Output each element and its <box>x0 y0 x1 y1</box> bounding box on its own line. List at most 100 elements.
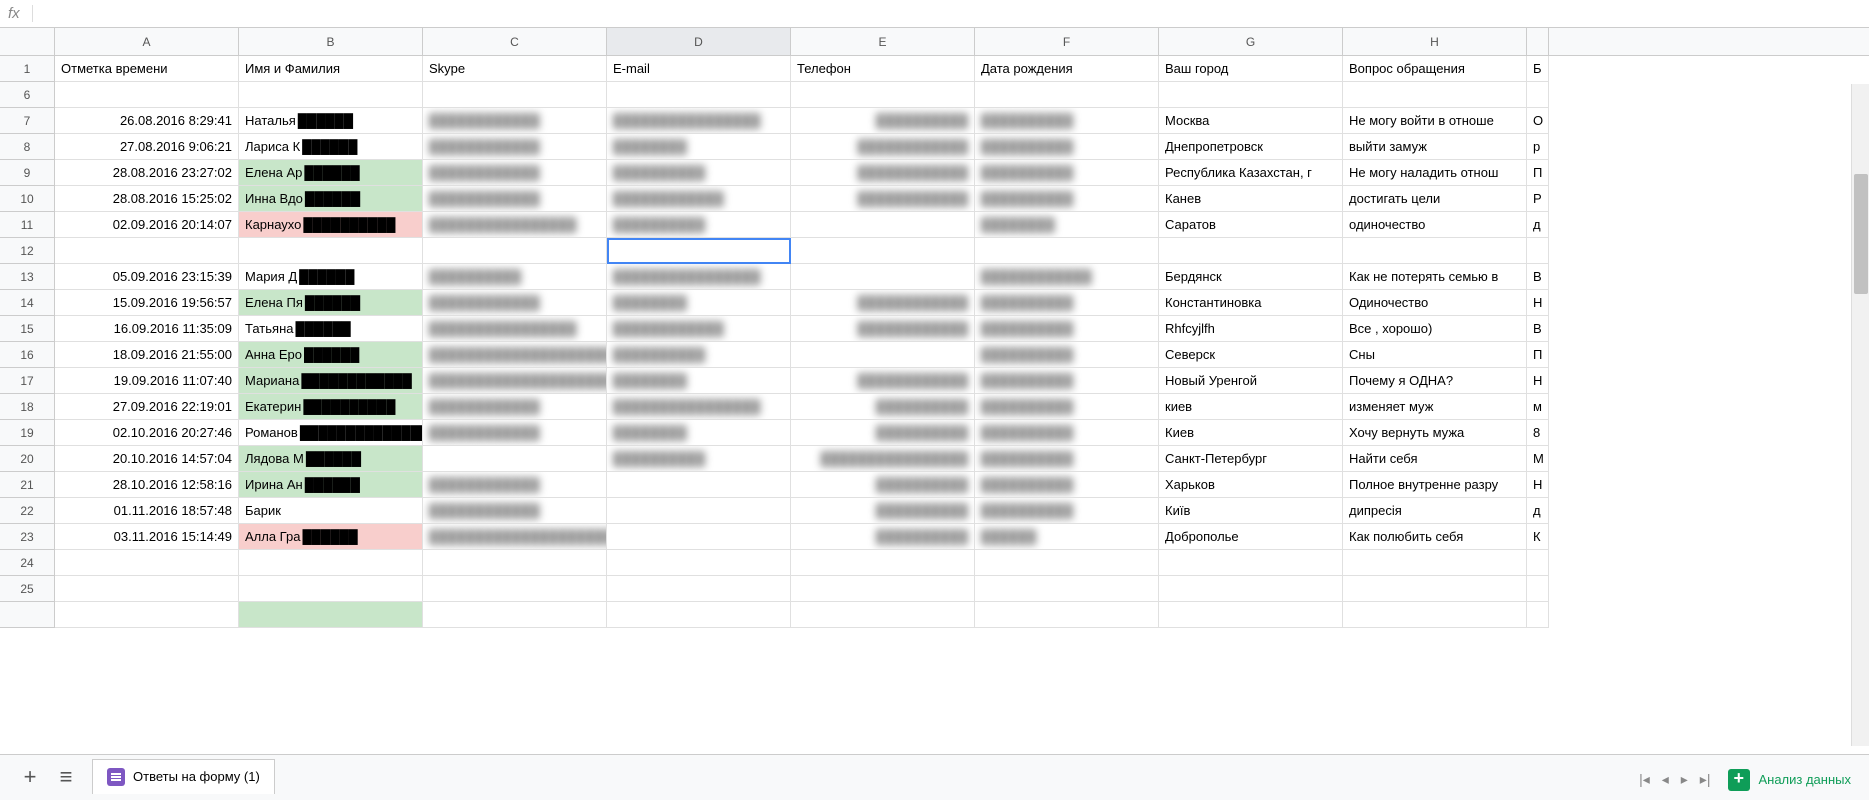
cell[interactable]: Не могу войти в отноше <box>1343 108 1527 134</box>
cell[interactable]: ████████ <box>975 212 1159 238</box>
cell[interactable] <box>607 82 791 108</box>
cell[interactable] <box>239 82 423 108</box>
cell[interactable] <box>55 550 239 576</box>
cell[interactable]: Бердянск <box>1159 264 1343 290</box>
cell[interactable]: одиночество <box>1343 212 1527 238</box>
cell[interactable] <box>1343 82 1527 108</box>
cell[interactable]: Телефон <box>791 56 975 82</box>
cell[interactable]: Почему я ОДНА? <box>1343 368 1527 394</box>
cell[interactable]: 28.08.2016 23:27:02 <box>55 160 239 186</box>
cell[interactable]: изменяет муж <box>1343 394 1527 420</box>
cell[interactable]: ██████████ <box>975 420 1159 446</box>
cell[interactable]: ██████████ <box>975 342 1159 368</box>
cell[interactable]: Лариса К██████ <box>239 134 423 160</box>
cell[interactable]: ████████████████ <box>607 108 791 134</box>
cell[interactable] <box>607 550 791 576</box>
cell[interactable]: ████████████████ <box>423 316 607 342</box>
cell[interactable]: Саратов <box>1159 212 1343 238</box>
cell[interactable]: Санкт-Петербург <box>1159 446 1343 472</box>
cell[interactable] <box>1159 238 1343 264</box>
cell[interactable] <box>55 82 239 108</box>
cell[interactable]: В <box>1527 264 1549 290</box>
cell[interactable]: Київ <box>1159 498 1343 524</box>
cell[interactable]: 20.10.2016 14:57:04 <box>55 446 239 472</box>
cell[interactable] <box>423 82 607 108</box>
cell[interactable]: Новый Уренгой <box>1159 368 1343 394</box>
cell[interactable] <box>791 550 975 576</box>
cell[interactable]: Днепропетровск <box>1159 134 1343 160</box>
cell[interactable] <box>1343 576 1527 602</box>
cell[interactable] <box>55 602 239 628</box>
cell[interactable]: Полное внутренне разру <box>1343 472 1527 498</box>
nav-first-icon[interactable]: |◂ <box>1633 767 1656 792</box>
cell[interactable]: П <box>1527 342 1549 368</box>
row-header[interactable]: 11 <box>0 212 55 238</box>
cell[interactable] <box>1159 602 1343 628</box>
row-header[interactable]: 21 <box>0 472 55 498</box>
cell[interactable]: киев <box>1159 394 1343 420</box>
cell[interactable]: 05.09.2016 23:15:39 <box>55 264 239 290</box>
cell[interactable]: ████████████████ <box>607 264 791 290</box>
vertical-scrollbar[interactable] <box>1851 84 1869 746</box>
cell[interactable]: ██████████ <box>975 446 1159 472</box>
cell[interactable]: ████████████ <box>423 498 607 524</box>
cell[interactable]: Елена Пя██████ <box>239 290 423 316</box>
cell[interactable]: 02.09.2016 20:14:07 <box>55 212 239 238</box>
row-header[interactable]: 8 <box>0 134 55 160</box>
cell[interactable]: Ваш город <box>1159 56 1343 82</box>
cell[interactable]: Мариана████████████ <box>239 368 423 394</box>
cell[interactable]: ████████████ <box>423 108 607 134</box>
cell[interactable]: Р <box>1527 186 1549 212</box>
cell[interactable] <box>975 550 1159 576</box>
cell[interactable]: ██████████ <box>423 264 607 290</box>
cell[interactable]: ████████████████ <box>791 446 975 472</box>
cell[interactable]: 27.08.2016 9:06:21 <box>55 134 239 160</box>
cell[interactable]: ████████ <box>607 368 791 394</box>
row-header[interactable]: 14 <box>0 290 55 316</box>
row-header[interactable]: 12 <box>0 238 55 264</box>
cell[interactable] <box>975 576 1159 602</box>
cell[interactable]: 27.09.2016 22:19:01 <box>55 394 239 420</box>
row-header[interactable]: 9 <box>0 160 55 186</box>
cell[interactable]: Елена Ар██████ <box>239 160 423 186</box>
cell[interactable]: Канев <box>1159 186 1343 212</box>
cell[interactable] <box>423 576 607 602</box>
cell[interactable]: Карнаухо██████████ <box>239 212 423 238</box>
sheet-tab[interactable]: Ответы на форму (1) <box>92 759 275 794</box>
cell[interactable] <box>607 524 791 550</box>
cell[interactable]: ████████████ <box>423 472 607 498</box>
nav-next-icon[interactable]: ▸ <box>1675 767 1694 792</box>
cell[interactable] <box>607 576 791 602</box>
col-header-F[interactable]: F <box>975 28 1159 55</box>
cell[interactable]: ██████████ <box>607 342 791 368</box>
cell[interactable]: Инна Вдо██████ <box>239 186 423 212</box>
cell[interactable]: ████████████ <box>423 290 607 316</box>
cell[interactable] <box>1159 82 1343 108</box>
cell[interactable]: ██████████ <box>975 186 1159 212</box>
cell[interactable]: 8 <box>1527 420 1549 446</box>
cell[interactable]: Алла Гра██████ <box>239 524 423 550</box>
cell[interactable]: Не могу наладить отнош <box>1343 160 1527 186</box>
cell[interactable]: ██████████ <box>607 212 791 238</box>
cell[interactable]: 16.09.2016 11:35:09 <box>55 316 239 342</box>
cell[interactable]: дипресія <box>1343 498 1527 524</box>
cell[interactable] <box>607 238 791 264</box>
cell[interactable] <box>423 550 607 576</box>
cell[interactable]: Киев <box>1159 420 1343 446</box>
cell[interactable]: Мария Д██████ <box>239 264 423 290</box>
cell[interactable]: ██████████ <box>975 394 1159 420</box>
cell[interactable]: ██████████ <box>975 290 1159 316</box>
cell[interactable]: Вопрос обращения <box>1343 56 1527 82</box>
cell[interactable]: Н <box>1527 472 1549 498</box>
cell[interactable] <box>975 602 1159 628</box>
cell[interactable]: ████████████ <box>423 160 607 186</box>
cell[interactable] <box>239 238 423 264</box>
cell[interactable]: Екатерин██████████ <box>239 394 423 420</box>
cell[interactable]: Ирина Ан██████ <box>239 472 423 498</box>
cell[interactable]: Лядова М██████ <box>239 446 423 472</box>
cell[interactable]: ████████████████████ <box>423 368 607 394</box>
cell[interactable] <box>1527 576 1549 602</box>
cell[interactable]: 18.09.2016 21:55:00 <box>55 342 239 368</box>
cell[interactable]: ████████████ <box>791 134 975 160</box>
cell[interactable]: ████████ <box>607 134 791 160</box>
